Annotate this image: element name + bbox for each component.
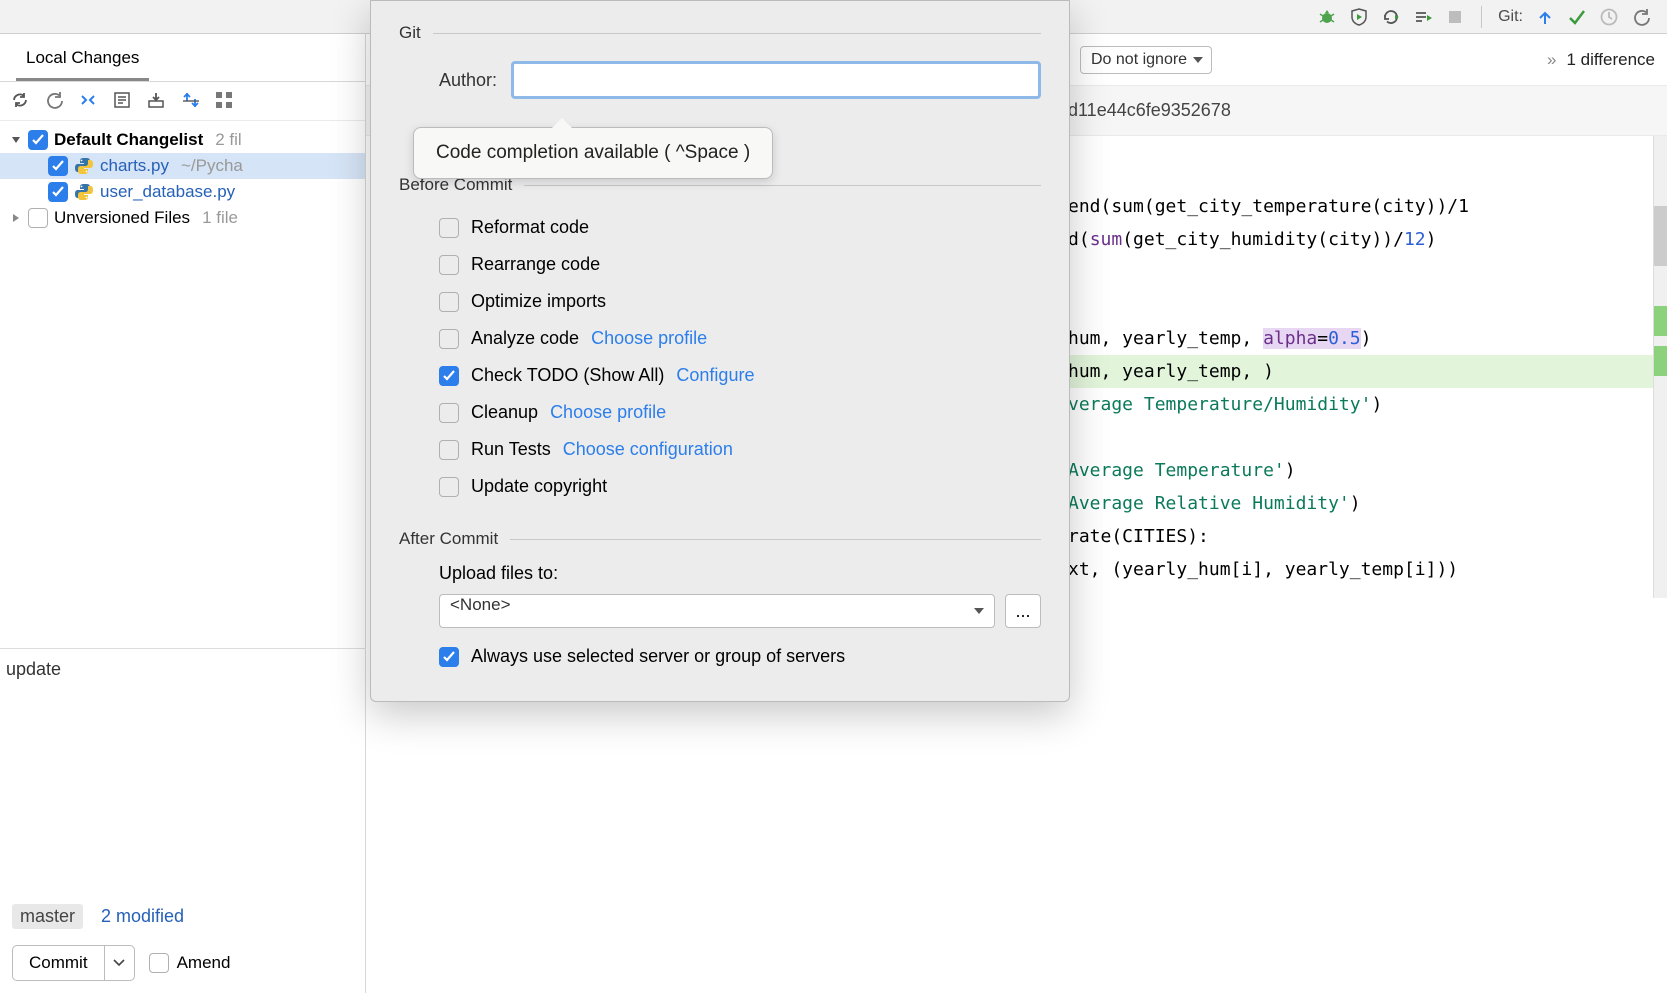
completion-hint: Code completion available ( ^Space ) [413,127,773,179]
commit-message-field[interactable]: update [0,648,366,690]
file-row-charts[interactable]: charts.py ~/Pycha [0,153,365,179]
analyze-code-row[interactable]: Analyze code Choose profile [399,320,1041,357]
shield-play-icon[interactable] [1347,5,1371,29]
branch-name[interactable]: master [12,904,83,929]
difference-count: 1 difference [1547,50,1655,70]
reformat-code-row[interactable]: Reformat code [399,209,1041,246]
commit-options-popup: Git Author: Code completion available ( … [370,0,1070,702]
upload-row: <None> ... [439,594,1041,628]
checkbox[interactable] [439,218,459,238]
run-tests-row[interactable]: Run Tests Choose configuration [399,431,1041,468]
tests-config-link[interactable]: Choose configuration [563,439,733,460]
checkbox[interactable] [439,255,459,275]
upload-select[interactable]: <None> [439,594,995,628]
unshelve-icon[interactable] [180,90,202,112]
changes-toolbar [0,82,365,121]
changelist-label: Default Changelist [54,130,203,150]
unversioned-label: Unversioned Files [54,208,190,228]
commit-check-icon[interactable] [1565,5,1589,29]
section-after-commit: After Commit [399,529,1041,549]
author-input[interactable] [511,61,1041,99]
refresh-icon[interactable] [10,90,32,112]
vcs-status-line: master 2 modified [12,904,184,929]
commit-button[interactable]: Commit [12,945,135,981]
cleanup-profile-link[interactable]: Choose profile [550,402,666,423]
checkbox[interactable] [439,366,459,386]
commit-bar: Commit Amend [12,945,230,981]
python-file-icon [74,182,94,202]
diff-arrows-icon[interactable] [78,90,100,112]
optimize-imports-row[interactable]: Optimize imports [399,283,1041,320]
unversioned-checkbox[interactable] [28,208,48,228]
rerun-icon[interactable] [1379,5,1403,29]
group-by-icon[interactable] [214,90,236,112]
unversioned-row[interactable]: Unversioned Files 1 file [0,205,365,231]
changelist-count: 2 fil [215,130,241,150]
revert-changes-icon[interactable] [44,90,66,112]
author-label: Author: [439,70,497,91]
amend-label: Amend [177,953,231,973]
changelist-checkbox[interactable] [28,130,48,150]
commit-button-dropdown[interactable] [104,946,134,980]
unversioned-count: 1 file [202,208,238,228]
cleanup-row[interactable]: Cleanup Choose profile [399,394,1041,431]
browse-button[interactable]: ... [1005,594,1041,628]
amend-checkbox[interactable] [149,953,169,973]
always-use-row[interactable]: Always use selected server or group of s… [399,638,1041,675]
checkbox[interactable] [439,329,459,349]
checkbox[interactable] [439,403,459,423]
changelist-tree: Default Changelist 2 fil charts.py ~/Pyc… [0,121,365,237]
revision-hash: d11e44c6fe9352678 [1068,100,1231,120]
checkbox[interactable] [439,440,459,460]
ignore-whitespace-select[interactable]: Do not ignore [1080,46,1212,74]
python-file-icon [74,156,94,176]
modified-count[interactable]: 2 modified [101,906,184,927]
changelist-icon[interactable] [112,90,134,112]
bug-icon[interactable] [1315,5,1339,29]
step-over-icon[interactable] [1411,5,1435,29]
file-row-userdb[interactable]: user_database.py [0,179,365,205]
tab-local-changes[interactable]: Local Changes [16,42,149,81]
collapse-arrow-icon[interactable] [10,212,22,224]
default-changelist-row[interactable]: Default Changelist 2 fil [0,127,365,153]
checkbox[interactable] [439,477,459,497]
file-name: charts.py [100,156,169,176]
change-gutter[interactable] [1653,136,1667,598]
section-git: Git [399,23,1041,43]
checkbox[interactable] [439,292,459,312]
stop-icon[interactable] [1443,5,1467,29]
history-icon[interactable] [1597,5,1621,29]
update-copyright-row[interactable]: Update copyright [399,468,1041,505]
expand-arrow-icon[interactable] [10,134,22,146]
file-checkbox[interactable] [48,156,68,176]
tab-header: Local Changes [0,34,365,82]
check-todo-row[interactable]: Check TODO (Show All) Configure [399,357,1041,394]
file-checkbox[interactable] [48,182,68,202]
commit-button-label: Commit [13,953,104,973]
shelve-icon[interactable] [146,90,168,112]
amend-toggle[interactable]: Amend [149,953,231,973]
checkbox[interactable] [439,647,459,667]
author-row: Author: [439,61,1041,99]
rearrange-code-row[interactable]: Rearrange code [399,246,1041,283]
update-project-icon[interactable] [1533,5,1557,29]
git-label: Git: [1498,8,1523,26]
file-name: user_database.py [100,182,235,202]
analyze-profile-link[interactable]: Choose profile [591,328,707,349]
todo-configure-link[interactable]: Configure [676,365,754,386]
revert-icon[interactable] [1629,5,1653,29]
upload-label: Upload files to: [439,563,1041,584]
file-path: ~/Pycha [181,156,243,176]
local-changes-panel: Local Changes Default Changelist 2 fil c… [0,34,366,993]
